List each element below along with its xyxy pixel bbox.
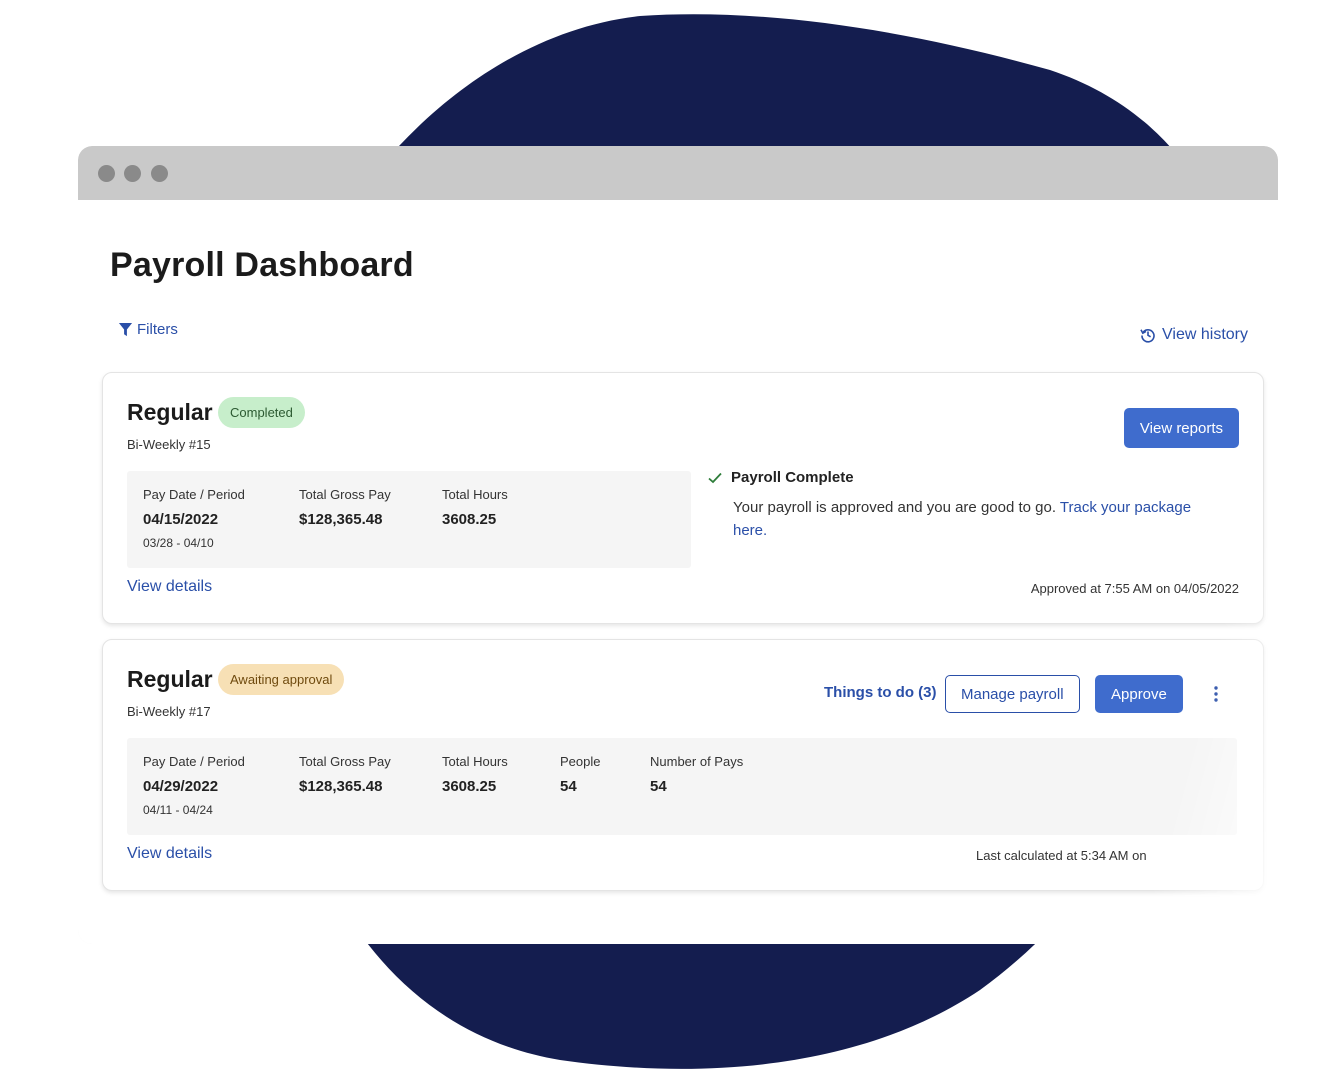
- stat-pay-date: Pay Date / Period 04/29/2022 04/11 - 04/…: [143, 754, 245, 817]
- window-dot-minimize[interactable]: [124, 165, 141, 182]
- payroll-complete-message: Payroll Complete Your payroll is approve…: [707, 469, 1227, 542]
- stat-label: Number of Pays: [650, 754, 744, 769]
- stat-label: Total Gross Pay: [299, 754, 391, 769]
- stat-value: 54: [560, 778, 577, 795]
- view-details-link[interactable]: View details: [127, 845, 212, 863]
- stat-value: 54: [650, 778, 667, 795]
- stat-label: People: [560, 754, 601, 769]
- manage-payroll-button[interactable]: Manage payroll: [945, 675, 1080, 713]
- page-title: Payroll Dashboard: [110, 246, 414, 284]
- stat-value: 04/29/2022: [143, 778, 219, 795]
- filters-label: Filters: [137, 321, 178, 338]
- payroll-card-completed: Regular Completed Bi-Weekly #15 Pay Date…: [102, 372, 1264, 624]
- filters-button[interactable]: Filters: [118, 321, 178, 338]
- history-icon: [1140, 329, 1155, 343]
- complete-heading: Payroll Complete: [707, 469, 1227, 486]
- stat-gross-pay: Total Gross Pay $128,365.48: [299, 487, 391, 528]
- stat-period: 03/28 - 04/10: [143, 536, 214, 550]
- stat-label: Total Hours: [442, 487, 508, 502]
- stage: Payroll Dashboard Filters View history R…: [0, 0, 1320, 1080]
- stat-value: 3608.25: [442, 511, 497, 528]
- filter-icon: [118, 322, 133, 337]
- status-badge: Completed: [218, 397, 305, 428]
- complete-heading-text: Payroll Complete: [731, 469, 854, 486]
- stat-period: 04/11 - 04/24: [143, 803, 213, 817]
- approved-timestamp: Approved at 7:55 AM on 04/05/2022: [1030, 581, 1239, 596]
- payroll-stats: Pay Date / Period 04/15/2022 03/28 - 04/…: [127, 471, 691, 568]
- stat-total-hours: Total Hours 3608.25: [442, 487, 508, 528]
- last-calculated-timestamp: Last calculated at 5:34 AM on: [976, 848, 1147, 863]
- stat-number-of-pays: Number of Pays 54: [650, 754, 743, 795]
- view-history-link[interactable]: View history: [1140, 326, 1248, 344]
- stat-label: Total Hours: [442, 754, 508, 769]
- payroll-card-awaiting: Regular Awaiting approval Bi-Weekly #17 …: [102, 639, 1264, 891]
- stat-label: Pay Date / Period: [143, 754, 245, 769]
- window-dot-zoom[interactable]: [151, 165, 168, 182]
- stat-total-hours: Total Hours 3608.25: [442, 754, 508, 795]
- browser-window: Payroll Dashboard Filters View history R…: [78, 146, 1278, 944]
- check-icon: [708, 472, 722, 483]
- complete-body-text: Your payroll is approved and you are goo…: [733, 499, 1060, 516]
- window-dot-close[interactable]: [98, 165, 115, 182]
- payroll-type: Regular: [127, 399, 213, 425]
- view-reports-button[interactable]: View reports: [1123, 408, 1239, 448]
- stat-value: 3608.25: [442, 778, 497, 795]
- stat-gross-pay: Total Gross Pay $128,365.48: [299, 754, 391, 795]
- payroll-stats: Pay Date / Period 04/29/2022 04/11 - 04/…: [127, 738, 1237, 835]
- payroll-schedule: Bi-Weekly #15: [127, 437, 211, 452]
- view-details-link[interactable]: View details: [127, 578, 212, 596]
- things-to-do-link[interactable]: Things to do (3): [824, 684, 936, 701]
- more-options-icon[interactable]: [1209, 683, 1223, 705]
- window-titlebar: [78, 146, 1278, 200]
- payroll-schedule: Bi-Weekly #17: [127, 704, 211, 719]
- stat-value: 04/15/2022: [143, 511, 219, 528]
- stat-label: Total Gross Pay: [299, 487, 391, 502]
- stat-people: People 54: [560, 754, 600, 795]
- approve-button[interactable]: Approve: [1095, 675, 1183, 713]
- status-badge: Awaiting approval: [218, 664, 345, 695]
- stat-value: $128,365.48: [299, 511, 383, 528]
- view-history-label: View history: [1162, 326, 1248, 343]
- dashboard-content: Payroll Dashboard Filters View history R…: [78, 200, 1278, 944]
- stat-label: Pay Date / Period: [143, 487, 245, 502]
- payroll-type: Regular: [127, 666, 213, 692]
- stat-pay-date: Pay Date / Period 04/15/2022 03/28 - 04/…: [143, 487, 245, 550]
- stat-value: $128,365.48: [299, 778, 383, 795]
- complete-body: Your payroll is approved and you are goo…: [733, 496, 1227, 542]
